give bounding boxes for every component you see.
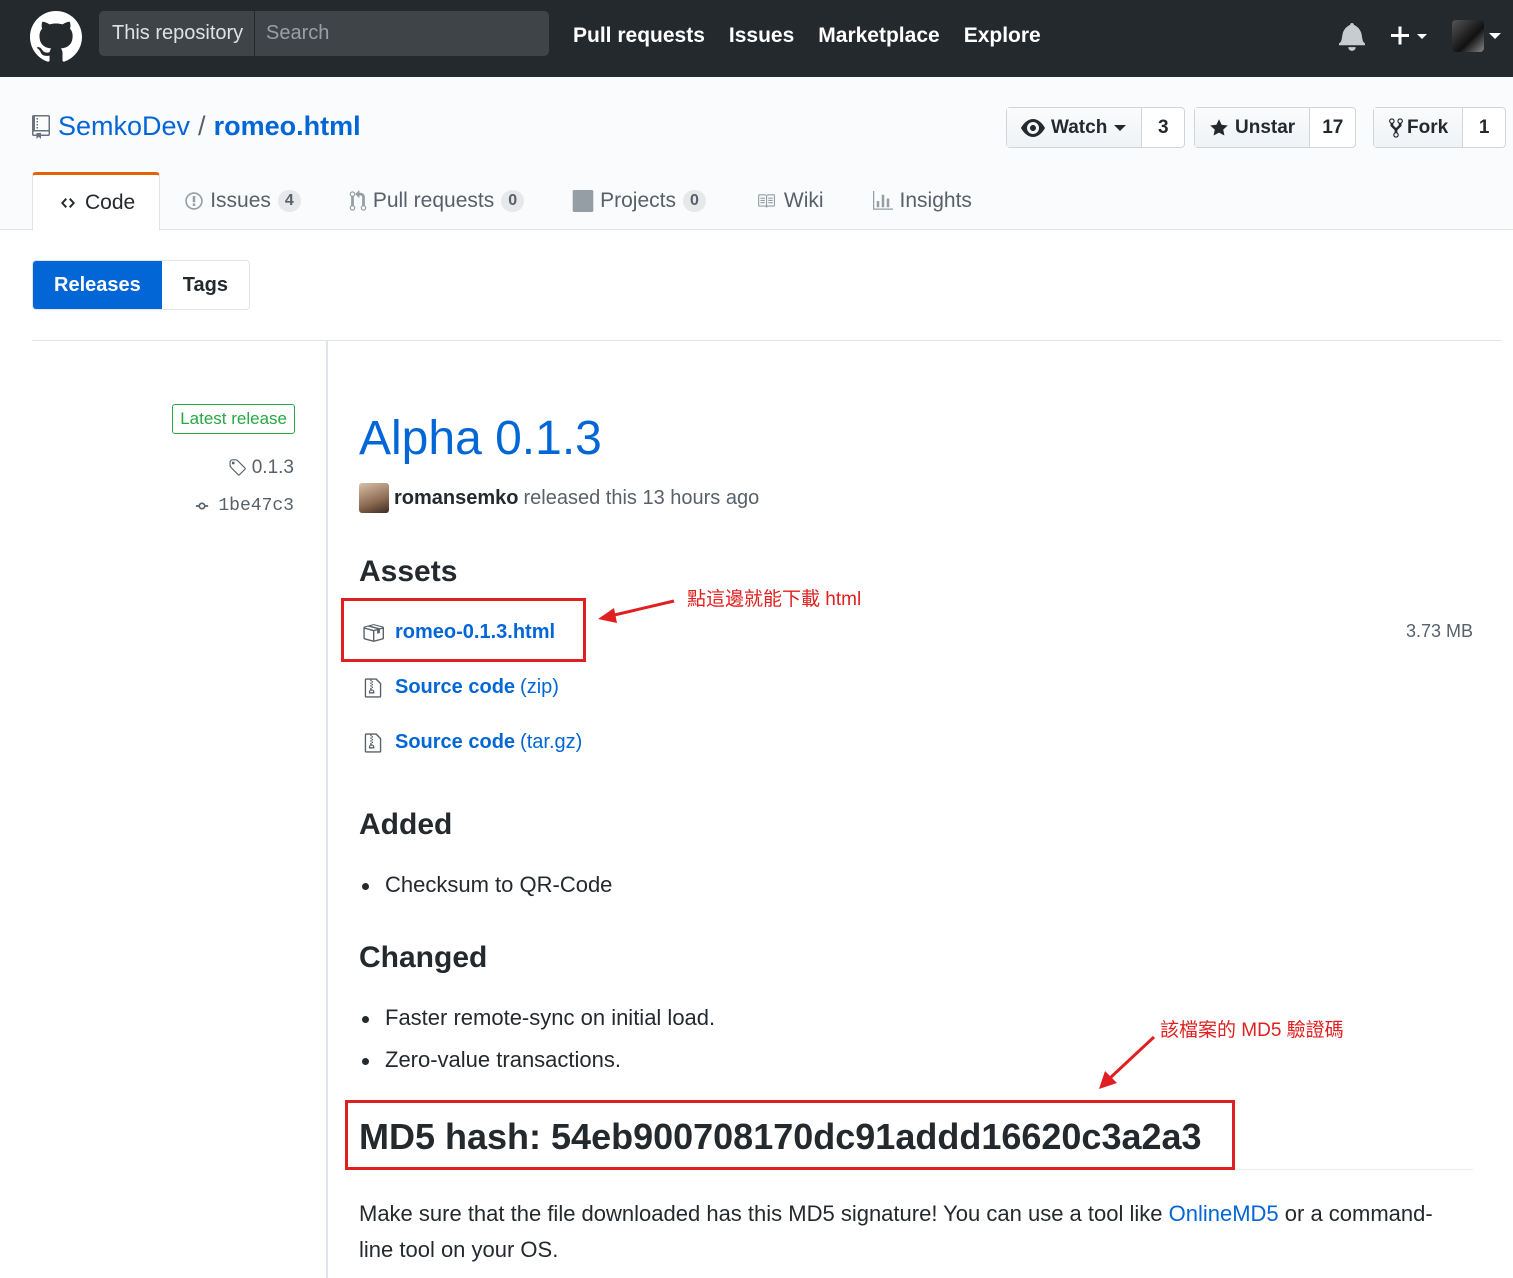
tab-insights-label: Insights bbox=[899, 189, 972, 212]
md5-instructions: Make sure that the file downloaded has t… bbox=[359, 1196, 1459, 1268]
md5-instructions-text: Make sure that the file downloaded has t… bbox=[359, 1201, 1169, 1226]
avatar[interactable] bbox=[359, 483, 389, 513]
fork-label: Fork bbox=[1407, 116, 1449, 138]
search-input[interactable] bbox=[255, 11, 549, 56]
watch-label: Watch bbox=[1051, 116, 1108, 138]
asset-source-zip[interactable]: Source code (zip) bbox=[361, 676, 559, 699]
file-zip-icon bbox=[364, 732, 382, 753]
graph-icon bbox=[872, 191, 893, 210]
fork-button[interactable]: Fork bbox=[1374, 108, 1464, 147]
pull-requests-counter: 0 bbox=[501, 190, 525, 212]
header-search: This repository bbox=[99, 11, 549, 56]
unstar-button[interactable]: Unstar bbox=[1195, 108, 1311, 147]
release-tag-label: 0.1.3 bbox=[251, 457, 294, 478]
repo-header: SemkoDev / romeo.html Watch 3 Unstar 17 … bbox=[0, 77, 1513, 231]
release-time: released this 13 hours ago bbox=[523, 486, 760, 509]
release-title[interactable]: Alpha 0.1.3 bbox=[359, 411, 602, 466]
nav-pull-requests[interactable]: Pull requests bbox=[573, 24, 705, 48]
plus-icon[interactable] bbox=[1388, 21, 1434, 51]
fork-button-group: Fork 1 bbox=[1373, 107, 1507, 148]
chevron-down-icon[interactable] bbox=[1489, 33, 1501, 39]
asset-source-tar-ext: (tar.gz) bbox=[520, 731, 583, 753]
tab-issues[interactable]: Issues 4 bbox=[160, 172, 325, 230]
release-commit-label: 1be47c3 bbox=[218, 496, 294, 516]
release-author[interactable]: romansemko bbox=[394, 487, 519, 510]
star-button-group: Unstar 17 bbox=[1194, 107, 1357, 148]
avatar[interactable] bbox=[1452, 20, 1484, 52]
code-icon bbox=[61, 197, 75, 208]
fork-count[interactable]: 1 bbox=[1463, 108, 1505, 147]
changed-heading: Changed bbox=[359, 941, 488, 974]
repo-tabs: Code Issues 4 Pull requests 0 Projects 0 bbox=[32, 172, 996, 231]
tab-wiki-label: Wiki bbox=[783, 189, 824, 212]
repo-separator: / bbox=[198, 111, 206, 141]
annotation-arrow-icon bbox=[598, 599, 675, 623]
asset-source-zip-link: Source code bbox=[395, 676, 516, 698]
assets-heading: Assets bbox=[359, 555, 458, 588]
tab-code-label: Code bbox=[85, 190, 136, 214]
bell-icon[interactable] bbox=[1339, 21, 1365, 51]
repo-icon bbox=[32, 114, 50, 139]
tab-issues-label: Issues bbox=[210, 189, 271, 212]
annotation-arrow-icon bbox=[1099, 1035, 1156, 1089]
tag-icon bbox=[229, 459, 246, 476]
book-icon bbox=[758, 194, 775, 208]
watch-count[interactable]: 3 bbox=[1142, 108, 1184, 147]
download-highlight-box bbox=[341, 598, 586, 662]
release-tag[interactable]: 0.1.3 bbox=[227, 457, 294, 479]
tab-code[interactable]: Code bbox=[32, 172, 161, 231]
tab-projects[interactable]: Projects 0 bbox=[548, 172, 730, 230]
tab-wiki[interactable]: Wiki bbox=[730, 172, 848, 230]
star-count[interactable]: 17 bbox=[1310, 108, 1355, 147]
file-zip-icon bbox=[364, 677, 382, 698]
issue-icon bbox=[185, 192, 203, 210]
asset-source-zip-ext: (zip) bbox=[520, 676, 559, 698]
asset-source-tar[interactable]: Source code (tar.gz) bbox=[361, 731, 582, 754]
list-item: Faster remote-sync on initial load. bbox=[361, 1005, 716, 1030]
release-author-line: romansemko released this 13 hours ago bbox=[359, 483, 759, 513]
global-header: This repository Pull requests Issues Mar… bbox=[0, 0, 1513, 77]
download-note: 點這邊就能下載 html bbox=[687, 589, 862, 610]
nav-marketplace[interactable]: Marketplace bbox=[818, 24, 939, 48]
repo-name-link[interactable]: romeo.html bbox=[214, 111, 361, 142]
tab-pull-requests-label: Pull requests bbox=[372, 189, 495, 212]
nav-explore[interactable]: Explore bbox=[964, 24, 1041, 48]
eye-icon bbox=[1021, 118, 1045, 137]
unstar-label: Unstar bbox=[1235, 116, 1296, 138]
fork-icon bbox=[1389, 117, 1403, 138]
tab-projects-label: Projects bbox=[600, 189, 676, 212]
tab-insights[interactable]: Insights bbox=[848, 172, 996, 230]
list-item: Checksum to QR-Code bbox=[361, 872, 613, 897]
search-scope-label: This repository bbox=[99, 11, 255, 56]
star-icon bbox=[1210, 118, 1228, 135]
releases-tab[interactable]: Releases bbox=[33, 261, 162, 309]
tab-pull-requests[interactable]: Pull requests 0 bbox=[325, 172, 548, 230]
asset-html-size: 3.73 MB bbox=[1405, 621, 1473, 641]
latest-release-badge: Latest release bbox=[172, 404, 295, 434]
projects-counter: 0 bbox=[682, 190, 706, 212]
nav-issues[interactable]: Issues bbox=[729, 24, 794, 48]
list-item: Zero-value transactions. bbox=[362, 1047, 621, 1072]
chevron-down-icon bbox=[1114, 124, 1127, 131]
watch-button[interactable]: Watch bbox=[1007, 108, 1143, 147]
md5-highlight-box bbox=[345, 1100, 1235, 1170]
md5-note: 該檔案的 MD5 驗證碼 bbox=[1160, 1020, 1344, 1041]
release-commit[interactable]: 1be47c3 bbox=[191, 496, 294, 516]
watch-button-group: Watch 3 bbox=[1006, 107, 1186, 148]
releases-subnav: Releases Tags bbox=[32, 260, 250, 310]
pull-request-icon bbox=[349, 190, 367, 211]
online-md5-link[interactable]: OnlineMD5 bbox=[1169, 1201, 1279, 1226]
tags-tab[interactable]: Tags bbox=[162, 261, 249, 309]
header-nav: Pull requests Issues Marketplace Explore bbox=[573, 0, 1065, 72]
release-meta: Latest release 0.1.3 1be47c3 bbox=[32, 341, 328, 1278]
github-logo-icon[interactable] bbox=[30, 11, 82, 63]
asset-source-tar-link: Source code bbox=[395, 731, 516, 753]
added-heading: Added bbox=[359, 808, 453, 841]
repo-title: SemkoDev / romeo.html bbox=[32, 111, 361, 142]
repo-owner-link[interactable]: SemkoDev bbox=[58, 111, 190, 142]
project-icon bbox=[572, 190, 594, 212]
commit-icon bbox=[196, 502, 209, 510]
issues-counter: 4 bbox=[277, 190, 301, 212]
